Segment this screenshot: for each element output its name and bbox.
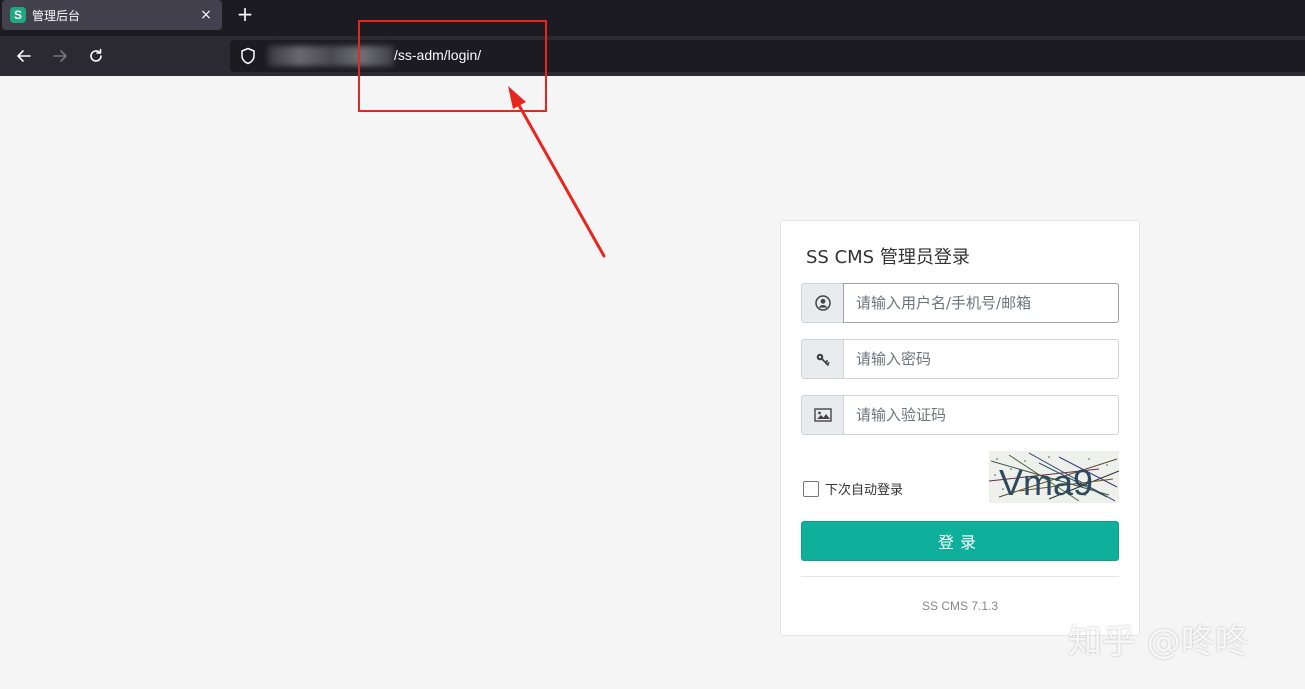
username-input[interactable] — [843, 283, 1119, 323]
captcha-group — [801, 395, 1119, 435]
card-divider — [801, 576, 1119, 577]
password-input[interactable] — [843, 339, 1119, 379]
version-text: SS CMS 7.1.3 — [921, 599, 999, 613]
captcha-image[interactable]: Vma9 — [989, 451, 1119, 503]
password-group — [801, 339, 1119, 379]
username-group — [801, 283, 1119, 323]
remember-me[interactable]: 下次自动登录 — [803, 479, 903, 498]
login-button[interactable]: 登录 — [801, 521, 1119, 561]
image-icon — [801, 395, 843, 435]
captcha-input[interactable] — [843, 395, 1119, 435]
remember-checkbox[interactable] — [803, 480, 819, 497]
login-card: SS CMS 管理员登录 下次自动登录 — [780, 220, 1140, 636]
remember-label: 下次自动登录 — [825, 483, 904, 498]
captcha-text: Vma9 — [999, 462, 1093, 503]
login-title: SS CMS 管理员登录 — [806, 247, 970, 268]
watermark: 知乎 @咚咚 — [1068, 622, 1249, 662]
user-icon — [801, 283, 843, 323]
key-icon — [801, 339, 843, 379]
